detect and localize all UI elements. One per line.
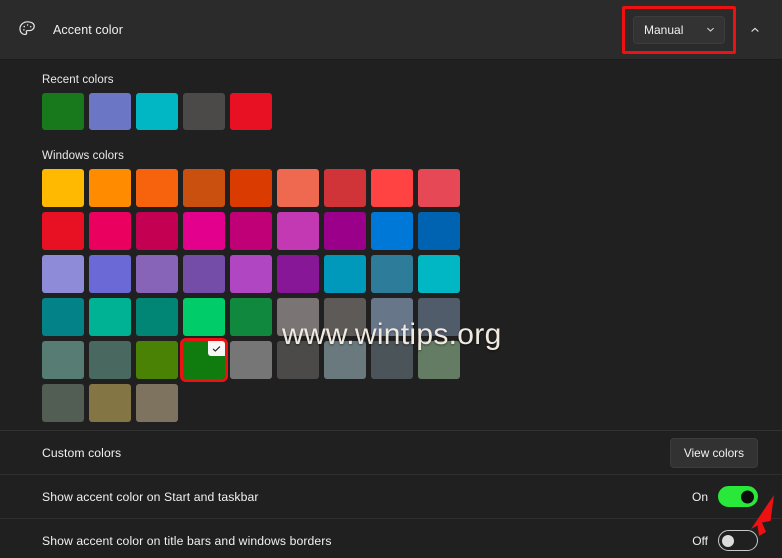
recent-colors-section: Recent colors	[0, 74, 782, 130]
show-accent-titlebars-row: Show accent color on title bars and wind…	[0, 518, 782, 558]
windows-color-swatch-32[interactable]	[277, 298, 319, 336]
windows-color-swatch-23[interactable]	[277, 255, 319, 293]
windows-color-swatch-20[interactable]	[136, 255, 178, 293]
collapse-section-button[interactable]	[742, 17, 768, 43]
chevron-down-icon	[705, 24, 716, 35]
windows-color-swatch-16[interactable]	[371, 212, 413, 250]
windows-color-swatch-44[interactable]	[418, 341, 460, 379]
page-title: Accent color	[53, 22, 123, 37]
windows-color-swatch-15[interactable]	[324, 212, 366, 250]
windows-color-swatch-29[interactable]	[136, 298, 178, 336]
color-palette-body: Recent colors Windows colors www.wintips…	[0, 60, 782, 430]
windows-color-swatch-41[interactable]	[277, 341, 319, 379]
accent-mode-value: Manual	[644, 22, 684, 37]
show-accent-start-taskbar-toggle-wrap: On	[692, 486, 758, 507]
windows-color-swatch-47[interactable]	[136, 384, 178, 422]
windows-color-swatch-39[interactable]	[180, 338, 228, 382]
windows-color-swatch-3[interactable]	[183, 169, 225, 207]
palette-icon	[10, 13, 44, 47]
windows-color-swatch-42[interactable]	[324, 341, 366, 379]
windows-color-swatch-22[interactable]	[230, 255, 272, 293]
recent-color-swatch-2[interactable]	[136, 93, 178, 130]
windows-color-swatch-17[interactable]	[418, 212, 460, 250]
windows-color-swatch-33[interactable]	[324, 298, 366, 336]
windows-color-swatch-46[interactable]	[89, 384, 131, 422]
windows-color-swatch-8[interactable]	[418, 169, 460, 207]
windows-color-swatch-5[interactable]	[277, 169, 319, 207]
windows-color-swatch-36[interactable]	[42, 341, 84, 379]
windows-color-swatch-10[interactable]	[89, 212, 131, 250]
show-accent-start-taskbar-row: Show accent color on Start and taskbar O…	[0, 474, 782, 518]
windows-color-swatch-37[interactable]	[89, 341, 131, 379]
windows-color-swatch-34[interactable]	[371, 298, 413, 336]
windows-colors-section: Windows colors	[0, 150, 782, 422]
windows-color-swatch-12[interactable]	[183, 212, 225, 250]
chevron-up-icon	[751, 27, 759, 32]
windows-color-swatch-26[interactable]	[418, 255, 460, 293]
recent-colors-grid	[42, 93, 782, 130]
windows-color-swatch-18[interactable]	[42, 255, 84, 293]
view-colors-button[interactable]: View colors	[669, 437, 758, 468]
windows-color-swatch-28[interactable]	[89, 298, 131, 336]
show-accent-start-taskbar-toggle[interactable]	[718, 486, 758, 507]
recent-color-swatch-1[interactable]	[89, 93, 131, 130]
show-accent-start-taskbar-label: Show accent color on Start and taskbar	[42, 489, 259, 504]
check-icon	[208, 341, 225, 356]
show-accent-start-taskbar-state: On	[691, 489, 708, 504]
recent-color-swatch-3[interactable]	[183, 93, 225, 130]
windows-color-swatch-4[interactable]	[230, 169, 272, 207]
windows-color-swatch-25[interactable]	[371, 255, 413, 293]
windows-color-swatch-38[interactable]	[136, 341, 178, 379]
windows-color-swatch-30[interactable]	[183, 298, 225, 336]
windows-color-swatch-14[interactable]	[277, 212, 319, 250]
accent-mode-dropdown[interactable]: Manual	[633, 15, 725, 44]
recent-color-swatch-0[interactable]	[42, 93, 84, 130]
windows-color-swatch-1[interactable]	[89, 169, 131, 207]
toggle-knob	[722, 534, 734, 547]
windows-color-swatch-21[interactable]	[183, 255, 225, 293]
windows-color-swatch-0[interactable]	[42, 169, 84, 207]
windows-color-swatch-13[interactable]	[230, 212, 272, 250]
windows-colors-label: Windows colors	[42, 150, 124, 162]
toggle-knob	[741, 490, 754, 503]
windows-color-swatch-9[interactable]	[42, 212, 84, 250]
show-accent-titlebars-toggle[interactable]	[718, 530, 758, 551]
show-accent-titlebars-label: Show accent color on title bars and wind…	[42, 533, 332, 548]
recent-color-swatch-4[interactable]	[230, 93, 272, 130]
windows-color-swatch-2[interactable]	[136, 169, 178, 207]
accent-color-settings-page: Accent color Manual Recent colors Window…	[0, 0, 782, 558]
accent-color-header: Accent color Manual	[0, 0, 782, 60]
show-accent-titlebars-state: Off	[692, 533, 708, 548]
windows-colors-grid	[42, 169, 782, 422]
windows-color-swatch-35[interactable]	[418, 298, 460, 336]
windows-color-swatch-31[interactable]	[230, 298, 272, 336]
windows-color-swatch-19[interactable]	[89, 255, 131, 293]
windows-color-swatch-45[interactable]	[42, 384, 84, 422]
windows-color-swatch-43[interactable]	[371, 341, 413, 379]
windows-color-swatch-27[interactable]	[42, 298, 84, 336]
windows-color-swatch-6[interactable]	[324, 169, 366, 207]
show-accent-titlebars-toggle-wrap: Off	[692, 530, 758, 551]
windows-color-swatch-40[interactable]	[230, 341, 272, 379]
recent-colors-label: Recent colors	[42, 74, 114, 86]
windows-color-swatch-7[interactable]	[371, 169, 413, 207]
custom-colors-label: Custom colors	[42, 445, 122, 460]
manual-dropdown-highlight: Manual	[622, 5, 736, 54]
windows-color-swatch-24[interactable]	[324, 255, 366, 293]
custom-colors-row: Custom colors View colors	[0, 430, 782, 474]
windows-color-swatch-11[interactable]	[136, 212, 178, 250]
